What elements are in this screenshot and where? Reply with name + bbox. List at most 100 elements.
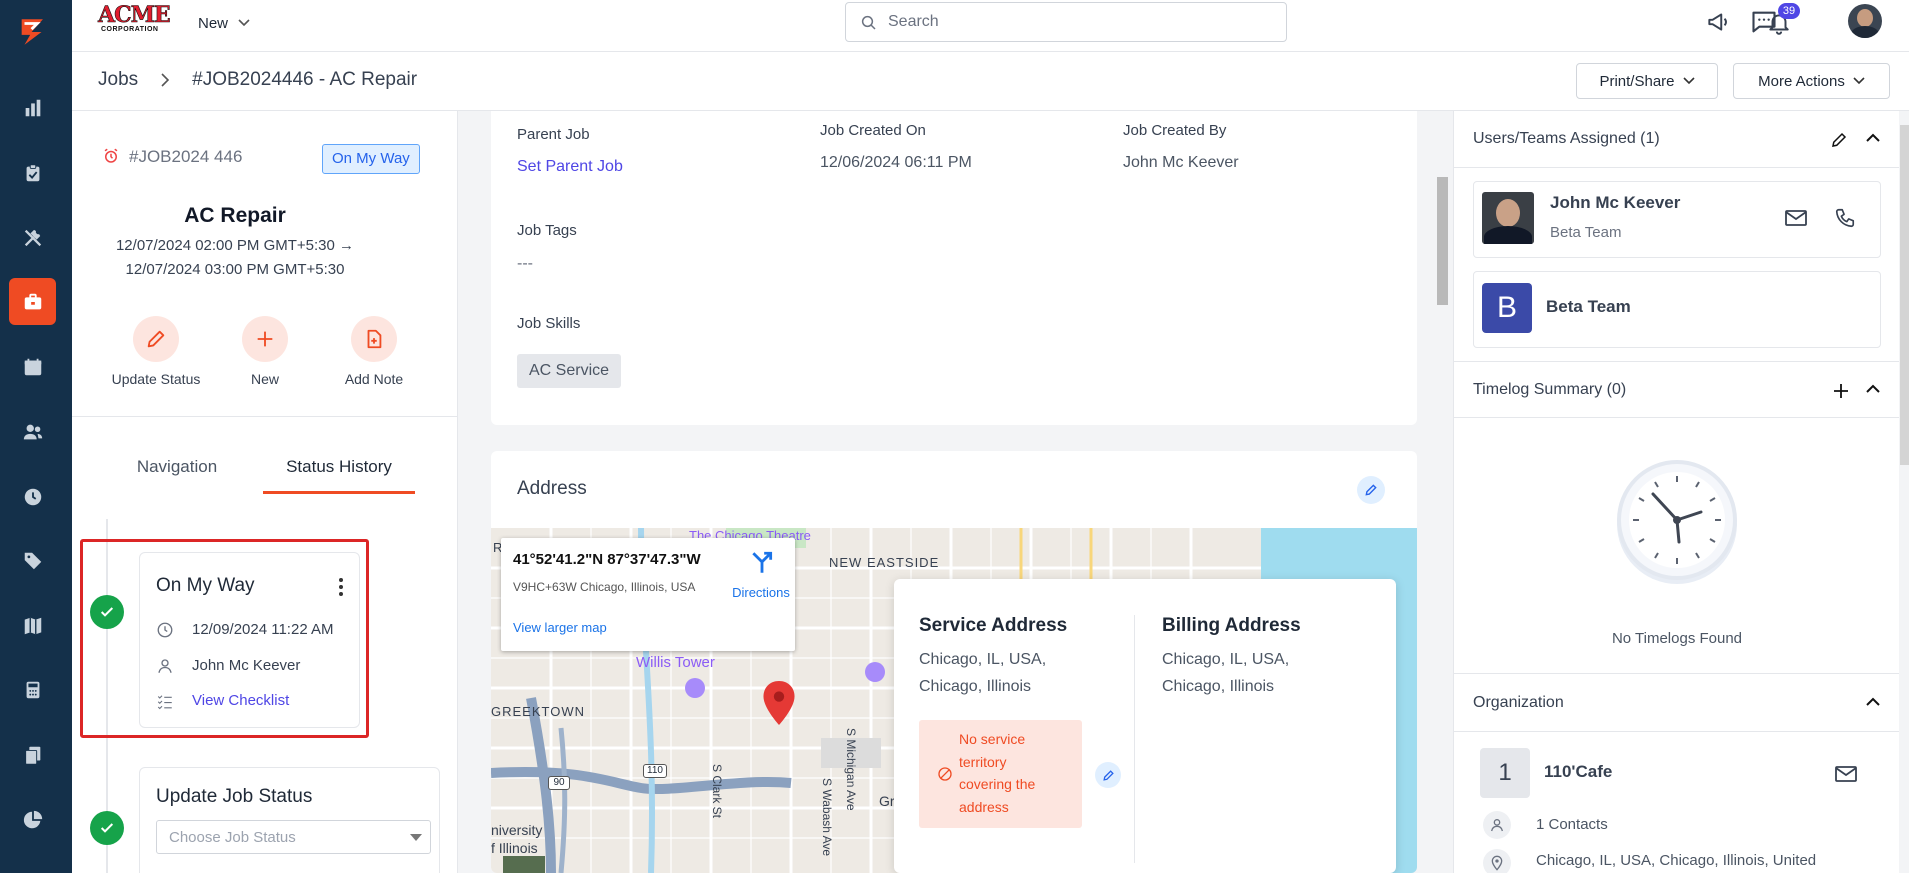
notifications-button[interactable]: 39 [1766, 3, 1806, 38]
assigned-team-card: B Beta Team [1473, 271, 1881, 348]
documents-icon[interactable] [9, 731, 56, 778]
alarm-icon [104, 148, 118, 163]
calculator-icon[interactable] [9, 666, 56, 713]
notification-count-badge: 39 [1778, 3, 1800, 19]
clock-icon[interactable] [9, 473, 56, 520]
assigned-user-name: John Mc Keever [1550, 193, 1681, 212]
job-status-placeholder: Choose Job Status [169, 829, 296, 846]
search-input[interactable]: Search [845, 2, 1287, 42]
right-panel-scroll-thumb[interactable] [1900, 125, 1909, 465]
completed-check-icon [90, 811, 124, 845]
map-icon[interactable] [9, 602, 56, 649]
service-address-line1: Chicago, IL, USA, [919, 651, 1047, 668]
breadcrumb-jobs-link[interactable]: Jobs [98, 69, 138, 91]
top-bar: ACME CORPORATION New Search 39 [72, 0, 1909, 52]
app-logo-icon[interactable] [9, 8, 56, 55]
billing-address-line1: Chicago, IL, USA, [1162, 651, 1290, 668]
poi-icon [865, 662, 885, 682]
tag-icon[interactable] [9, 537, 56, 584]
caret-down-icon [410, 834, 422, 841]
empty-clock-illustration-icon [1617, 460, 1737, 584]
tab-navigation[interactable]: Navigation [72, 457, 282, 477]
email-icon[interactable] [1834, 764, 1858, 784]
email-icon[interactable] [1784, 208, 1808, 228]
chevron-up-icon[interactable] [1866, 133, 1880, 143]
edit-territory-button[interactable] [1095, 762, 1121, 788]
center-scroll-thumb[interactable] [1437, 177, 1448, 305]
territory-warning: No service territory covering the addres… [919, 720, 1082, 828]
new-dropdown[interactable]: New [198, 12, 250, 34]
interstate-110-shield: 110 [643, 764, 667, 778]
billing-address-line2: Chicago, Illinois [1162, 678, 1275, 695]
map-label-wabash: S Wabash Ave [820, 778, 834, 857]
new-dropdown-label: New [198, 14, 229, 32]
calendar-icon[interactable] [9, 343, 56, 390]
willis-tower-poi-icon [685, 678, 705, 698]
job-skills-label: Job Skills [517, 315, 581, 332]
job-summary-panel: #JOB2024 446 On My Way AC Repair 12/07/2… [72, 111, 470, 873]
pie-chart-icon[interactable] [9, 796, 56, 843]
job-id: #JOB2024 446 [129, 147, 243, 166]
add-note-icon [367, 329, 382, 349]
completed-check-icon [90, 595, 124, 629]
more-options-icon[interactable] [338, 577, 344, 597]
organization-name[interactable]: 110'Cafe [1544, 762, 1612, 782]
chevron-up-icon[interactable] [1866, 697, 1880, 707]
add-note-label: Add Note [344, 371, 404, 387]
update-status-button[interactable] [133, 316, 179, 362]
clipboard-icon[interactable] [9, 149, 56, 196]
acme-logo[interactable]: ACME CORPORATION [98, 4, 174, 36]
service-address-line2: Chicago, Illinois [919, 678, 1032, 695]
pencil-icon [147, 330, 165, 348]
job-status-select[interactable]: Choose Job Status [156, 820, 431, 854]
set-parent-job-link[interactable]: Set Parent Job [517, 158, 623, 176]
pencil-icon [1365, 484, 1377, 496]
jobs-icon[interactable] [9, 278, 56, 325]
user-icon [158, 659, 172, 673]
plus-icon[interactable] [1833, 383, 1849, 399]
status-history-card: On My Way 12/09/2024 11:22 AM John Mc Ke… [139, 552, 360, 728]
map-plus-code: V9HC+63W Chicago, Illinois, USA [513, 580, 696, 594]
job-status-badge: On My Way [322, 144, 420, 174]
timelog-section-title: Timelog Summary (0) [1473, 381, 1627, 398]
directions-link[interactable]: Directions [727, 585, 795, 600]
users-icon[interactable] [9, 408, 56, 455]
job-created-on-value: 12/06/2024 06:11 PM [820, 154, 972, 171]
history-time: 12/09/2024 11:22 AM [192, 621, 334, 638]
chevron-down-icon [1853, 77, 1865, 85]
map-label-gr: Gr [879, 793, 895, 809]
view-larger-map-link[interactable]: View larger map [513, 620, 607, 635]
breadcrumb-bar: Jobs #JOB2024446 - AC Repair Print/Share… [72, 52, 1909, 111]
map-coordinates: 41°52'41.2"N 87°37'47.3"W [513, 551, 701, 568]
phone-icon[interactable] [1834, 207, 1856, 229]
user-avatar[interactable] [1848, 4, 1882, 38]
announcement-icon[interactable] [1705, 9, 1731, 35]
assigned-user-team: Beta Team [1550, 224, 1622, 241]
territory-warning-text: No service territory covering the addres… [959, 731, 1036, 815]
job-details-card: Parent Job Set Parent Job Job Created On… [491, 111, 1417, 425]
job-created-by-value: John Mc Keever [1123, 154, 1239, 171]
add-note-button[interactable] [351, 316, 397, 362]
organization-contacts[interactable]: 1 Contacts [1536, 816, 1608, 833]
more-actions-label: More Actions [1758, 72, 1845, 90]
tab-status-history[interactable]: Status History [262, 457, 416, 477]
app-sidebar [0, 0, 72, 873]
print-share-button[interactable]: Print/Share [1576, 63, 1718, 99]
history-status-title: On My Way [156, 575, 255, 596]
new-action-button[interactable] [242, 316, 288, 362]
map-info-box: 41°52'41.2"N 87°37'47.3"W V9HC+63W Chica… [501, 538, 795, 651]
map-label-university: niversity [491, 822, 543, 838]
job-title: AC Repair [184, 204, 286, 227]
active-tab-indicator [263, 491, 415, 494]
directions-icon[interactable] [749, 550, 775, 576]
pencil-icon[interactable] [1830, 131, 1848, 149]
parent-job-label: Parent Job [517, 126, 590, 143]
assigned-user-card: John Mc Keever Beta Team [1473, 181, 1881, 258]
more-actions-button[interactable]: More Actions [1733, 63, 1890, 99]
tools-icon[interactable] [9, 214, 56, 261]
reports-icon[interactable] [9, 84, 56, 131]
chevron-up-icon[interactable] [1866, 384, 1880, 394]
edit-address-button[interactable] [1357, 476, 1385, 504]
pencil-icon [1102, 769, 1114, 781]
view-checklist-link[interactable]: View Checklist [192, 692, 289, 709]
